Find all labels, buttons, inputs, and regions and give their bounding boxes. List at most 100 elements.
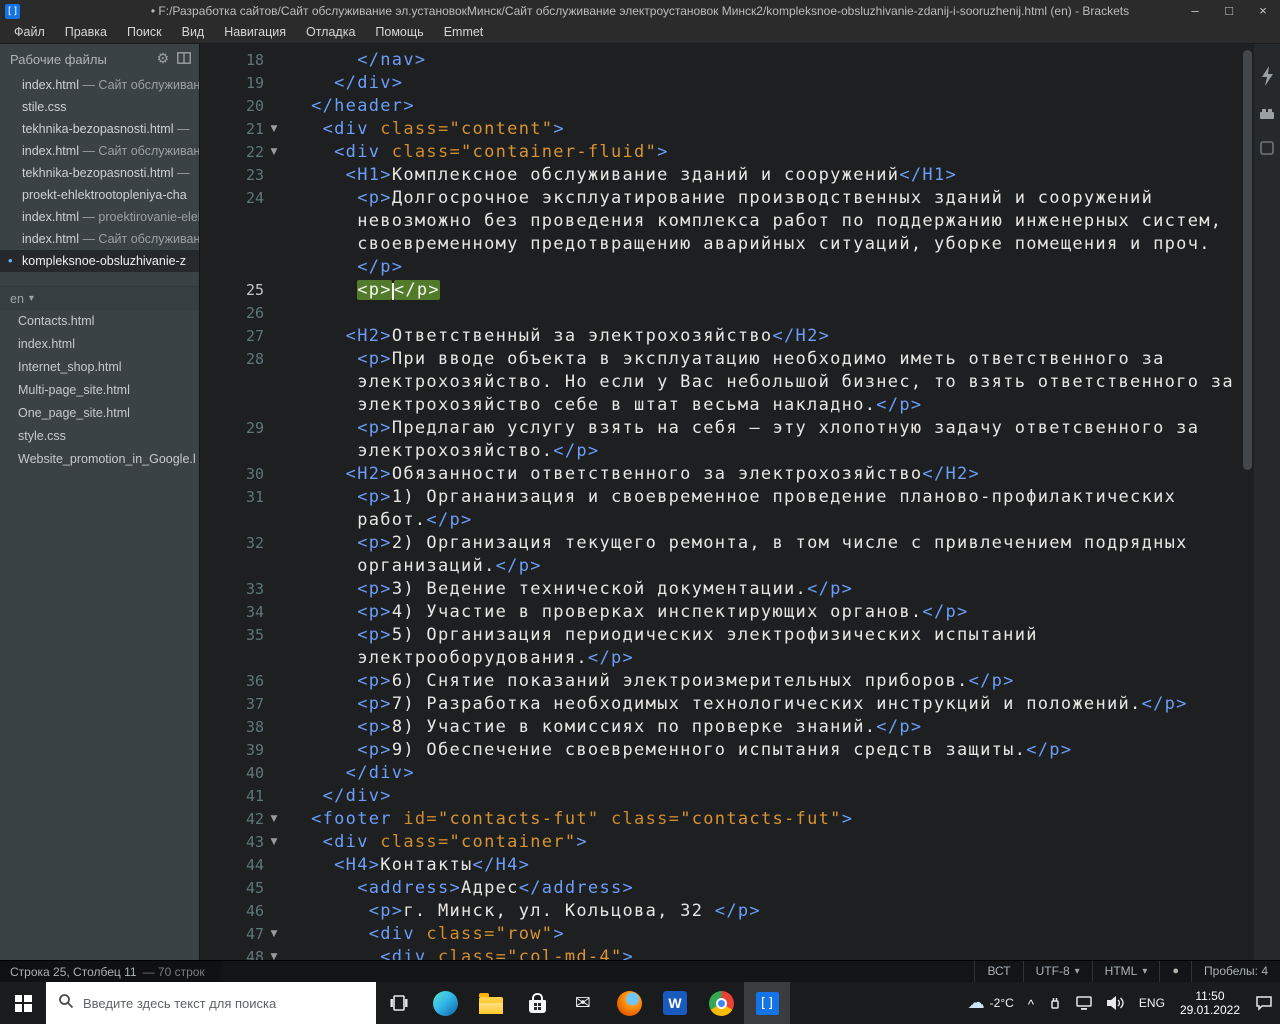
menu-item[interactable]: Поиск bbox=[117, 22, 172, 43]
menu-item[interactable]: Помощь bbox=[365, 22, 433, 43]
code-line[interactable]: 46 <p>г. Минск, ул. Кольцова, 32 </p> bbox=[200, 900, 1241, 923]
taskbar-word-button[interactable]: W bbox=[652, 982, 698, 1024]
menu-item[interactable]: Отладка bbox=[296, 22, 365, 43]
clock[interactable]: 11:50 29.01.2022 bbox=[1172, 989, 1248, 1017]
code-line[interactable]: 21 ▼ <div class="content"> bbox=[200, 118, 1241, 141]
code-line[interactable]: 35 <p>5) Организация периодических электр… bbox=[200, 624, 1241, 670]
code-line[interactable]: 43 ▼ <div class="container"> bbox=[200, 831, 1241, 854]
code-line[interactable]: 28 <p>При вводе объекта в эксплуатацию не… bbox=[200, 348, 1241, 417]
code-line[interactable]: 18 </nav> bbox=[200, 49, 1241, 72]
task-view-button[interactable] bbox=[376, 982, 422, 1024]
code-line[interactable]: 34 <p>4) Участие в проверках инспектирующ… bbox=[200, 601, 1241, 624]
fold-arrow-icon[interactable]: ▼ bbox=[264, 946, 284, 960]
extension-manager-icon[interactable] bbox=[1259, 107, 1275, 125]
taskbar-chrome-button[interactable] bbox=[698, 982, 744, 1024]
minimize-button[interactable]: – bbox=[1178, 0, 1212, 22]
live-preview-icon[interactable] bbox=[1260, 66, 1275, 91]
fold-arrow-icon[interactable]: ▼ bbox=[264, 923, 284, 946]
action-center-button[interactable] bbox=[1248, 982, 1280, 1024]
hidden-icons-chevron[interactable]: ^ bbox=[1021, 982, 1041, 1024]
taskbar-store-button[interactable] bbox=[514, 982, 560, 1024]
taskbar-file-explorer-button[interactable] bbox=[468, 982, 514, 1024]
weather-widget[interactable]: ☁ -2°C bbox=[961, 982, 1021, 1024]
working-file-item[interactable]: index.html — Сайт обслуживани bbox=[0, 74, 199, 96]
code-line[interactable]: 41 </div> bbox=[200, 785, 1241, 808]
editor[interactable]: 18 </nav> 19 </div> 20 </header> 21 ▼ <div class… bbox=[200, 44, 1254, 960]
code-line[interactable]: 40 </div> bbox=[200, 762, 1241, 785]
taskbar-firefox-button[interactable] bbox=[606, 982, 652, 1024]
project-file-item[interactable]: One_page_site.html bbox=[0, 402, 199, 425]
lint-status[interactable]: ● bbox=[1159, 961, 1191, 982]
working-file-item[interactable]: proekt-ehlektrootopleniya-cha bbox=[0, 184, 199, 206]
usb-tray-button[interactable] bbox=[1041, 982, 1069, 1024]
menu-item[interactable]: Вид bbox=[172, 22, 215, 43]
code-line[interactable]: 36 <p>6) Снятие показаний электроизмерите… bbox=[200, 670, 1241, 693]
code-line[interactable]: 45 <address>Адрес</address> bbox=[200, 877, 1241, 900]
fold-arrow-icon[interactable]: ▼ bbox=[264, 118, 284, 141]
project-file-item[interactable]: Internet_shop.html bbox=[0, 356, 199, 379]
store-icon bbox=[528, 993, 546, 1013]
code-line[interactable]: 31 <p>1) Органанизация и своевременное пр… bbox=[200, 486, 1241, 532]
chevron-down-icon: ▾ bbox=[28, 293, 34, 304]
code-line[interactable]: 19 </div> bbox=[200, 72, 1241, 95]
code-line[interactable]: 47 ▼ <div class="row"> bbox=[200, 923, 1241, 946]
close-button[interactable]: × bbox=[1246, 0, 1280, 22]
code-line[interactable]: 37 <p>7) Разработка необходимых технологи… bbox=[200, 693, 1241, 716]
code-line[interactable]: 38 <p>8) Участие в комиссиях по проверке … bbox=[200, 716, 1241, 739]
working-file-item[interactable]: • kompleksnoe-obsluzhivanie-z bbox=[0, 250, 199, 272]
volume-tray-button[interactable] bbox=[1100, 982, 1132, 1024]
taskbar-mail-button[interactable]: ✉ bbox=[560, 982, 606, 1024]
code-line[interactable]: 24 <p>Долгосрочное эксплуатирование произ… bbox=[200, 187, 1241, 279]
working-file-item[interactable]: tekhnika-bezopasnosti.html — bbox=[0, 118, 199, 140]
code-line[interactable]: 25 <p> </p> bbox=[200, 279, 1241, 302]
code-line[interactable]: 44 <H4>Контакты</H4> bbox=[200, 854, 1241, 877]
split-view-icon[interactable] bbox=[177, 51, 191, 67]
working-file-item[interactable]: index.html — Сайт обслуживани bbox=[0, 228, 199, 250]
taskbar-edge-button[interactable] bbox=[422, 982, 468, 1024]
code-line[interactable]: 48 ▼ <div class="col-md-4"> bbox=[200, 946, 1241, 960]
fold-arrow-icon[interactable]: ▼ bbox=[264, 141, 284, 164]
overwrite-indicator[interactable]: ВСТ bbox=[974, 961, 1022, 982]
editor-scrollbar[interactable] bbox=[1241, 44, 1254, 960]
maximize-button[interactable]: □ bbox=[1212, 0, 1246, 22]
code-line[interactable]: 39 <p>9) Обеспечение своевременного испыт… bbox=[200, 739, 1241, 762]
code-line[interactable]: 23 <H1>Комплексное обслуживание зданий и … bbox=[200, 164, 1241, 187]
project-file-item[interactable]: Contacts.html bbox=[0, 310, 199, 333]
language-mode-select[interactable]: HTML ▾ bbox=[1091, 961, 1160, 982]
working-file-item[interactable]: tekhnika-bezopasnosti.html — bbox=[0, 162, 199, 184]
project-file-item[interactable]: Multi-page_site.html bbox=[0, 379, 199, 402]
encoding-select[interactable]: UTF-8 ▾ bbox=[1022, 961, 1092, 982]
code-line[interactable]: 20 </header> bbox=[200, 95, 1241, 118]
working-file-item[interactable]: index.html — Сайт обслуживани bbox=[0, 140, 199, 162]
indent-setting[interactable]: Пробелы: 4 bbox=[1191, 961, 1280, 982]
plugin-icon[interactable] bbox=[1260, 141, 1274, 160]
code-line[interactable]: 29 <p>Предлагаю услугу взять на себя — эт… bbox=[200, 417, 1241, 463]
menu-item[interactable]: Правка bbox=[55, 22, 117, 43]
menu-item[interactable]: Emmet bbox=[434, 22, 494, 43]
code-line[interactable]: 27 <H2>Ответственный за электрохозяйство<… bbox=[200, 325, 1241, 348]
network-tray-button[interactable] bbox=[1069, 982, 1100, 1024]
code-line[interactable]: 30 <H2>Обязанности ответственного за элек… bbox=[200, 463, 1241, 486]
code-line[interactable]: 32 <p>2) Организация текущего ремонта, в … bbox=[200, 532, 1241, 578]
code-line[interactable]: 26 bbox=[200, 302, 1241, 325]
gear-icon[interactable]: ⚙ bbox=[156, 51, 169, 67]
working-file-item[interactable]: index.html — proektirovanie-elek bbox=[0, 206, 199, 228]
language-indicator[interactable]: ENG bbox=[1132, 982, 1172, 1024]
scrollbar-thumb[interactable] bbox=[1243, 50, 1252, 470]
code-line[interactable]: 42 ▼ <footer id="contacts-fut" class="cont… bbox=[200, 808, 1241, 831]
menu-item[interactable]: Навигация bbox=[214, 22, 296, 43]
start-button[interactable] bbox=[0, 982, 46, 1024]
fold-arrow-icon[interactable]: ▼ bbox=[264, 808, 284, 831]
code-line[interactable]: 22 ▼ <div class="container-fluid"> bbox=[200, 141, 1241, 164]
project-file-item[interactable]: index.html bbox=[0, 333, 199, 356]
project-file-item[interactable]: Website_promotion_in_Google.l bbox=[0, 448, 199, 471]
code-line[interactable]: 33 <p>3) Ведение технической документации… bbox=[200, 578, 1241, 601]
project-file-item[interactable]: style.css bbox=[0, 425, 199, 448]
working-file-item[interactable]: stile.css bbox=[0, 96, 199, 118]
search-input[interactable] bbox=[83, 995, 363, 1011]
project-dropdown[interactable]: en ▾ bbox=[0, 286, 199, 310]
menu-item[interactable]: Файл bbox=[4, 22, 55, 43]
taskbar-brackets-button[interactable]: [] bbox=[744, 982, 790, 1024]
fold-arrow-icon[interactable]: ▼ bbox=[264, 831, 284, 854]
taskbar-search[interactable] bbox=[46, 982, 376, 1024]
